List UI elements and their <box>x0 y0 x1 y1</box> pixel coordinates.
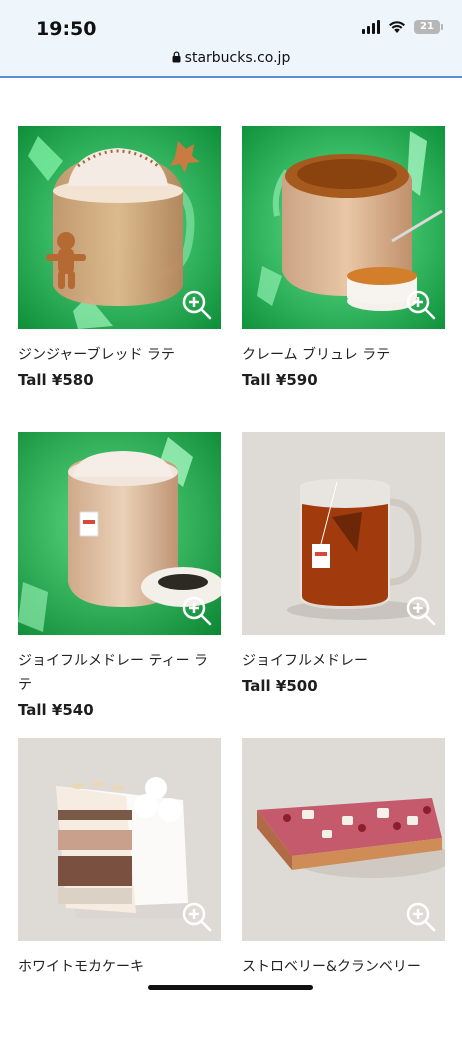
product-card[interactable]: ジンジャーブレッド ラテ Tall ¥580 <box>18 126 221 432</box>
product-price: Tall ¥500 <box>242 677 318 695</box>
product-name[interactable]: ジョイフルメドレー <box>242 649 445 673</box>
product-image-creme-brulee-latte[interactable] <box>242 126 445 329</box>
home-indicator[interactable] <box>148 985 313 990</box>
product-name[interactable]: クレーム ブリュレ ラテ <box>242 343 445 367</box>
zoom-icon[interactable] <box>405 901 437 933</box>
status-bar: 19:50 21 starbucks.co.jp <box>0 0 462 78</box>
zoom-icon[interactable] <box>181 595 213 627</box>
product-image-joyful-medley-tea-latte[interactable] <box>18 432 221 635</box>
product-name[interactable]: ホワイトモカケーキ <box>18 955 221 979</box>
product-card[interactable]: クレーム ブリュレ ラテ Tall ¥590 <box>242 126 445 432</box>
lock-icon <box>172 51 181 63</box>
zoom-icon[interactable] <box>181 289 213 321</box>
url-text: starbucks.co.jp <box>184 50 291 66</box>
status-time: 19:50 <box>36 18 97 40</box>
battery-icon: 21 <box>414 20 443 34</box>
product-price: Tall ¥590 <box>242 371 318 389</box>
zoom-icon[interactable] <box>181 901 213 933</box>
product-card[interactable]: ストロベリー&クランベリー <box>242 738 445 1044</box>
product-grid: ジンジャーブレッド ラテ Tall ¥580 クレーム ブリュレ ラテ Tall… <box>18 126 446 1044</box>
zoom-icon[interactable] <box>405 595 437 627</box>
wifi-icon <box>388 20 406 34</box>
status-icons: 21 <box>362 20 443 34</box>
cellular-signal-icon <box>362 20 380 34</box>
product-image-joyful-medley-tea[interactable] <box>242 432 445 635</box>
zoom-icon[interactable] <box>405 289 437 321</box>
product-price: Tall ¥540 <box>18 701 94 719</box>
product-image-white-mocha-cake[interactable] <box>18 738 221 941</box>
product-image-gingerbread-latte[interactable] <box>18 126 221 329</box>
address-bar[interactable]: starbucks.co.jp <box>0 50 462 66</box>
product-card[interactable]: ホワイトモカケーキ <box>18 738 221 1044</box>
product-image-strawberry-cranberry-tart[interactable] <box>242 738 445 941</box>
product-name[interactable]: ジョイフルメドレー ティー ラテ <box>18 649 221 697</box>
product-price: Tall ¥580 <box>18 371 94 389</box>
product-name[interactable]: ストロベリー&クランベリー <box>242 955 445 979</box>
product-name[interactable]: ジンジャーブレッド ラテ <box>18 343 221 367</box>
product-card[interactable]: ジョイフルメドレー ティー ラテ Tall ¥540 <box>18 432 221 738</box>
product-card[interactable]: ジョイフルメドレー Tall ¥500 <box>242 432 445 738</box>
